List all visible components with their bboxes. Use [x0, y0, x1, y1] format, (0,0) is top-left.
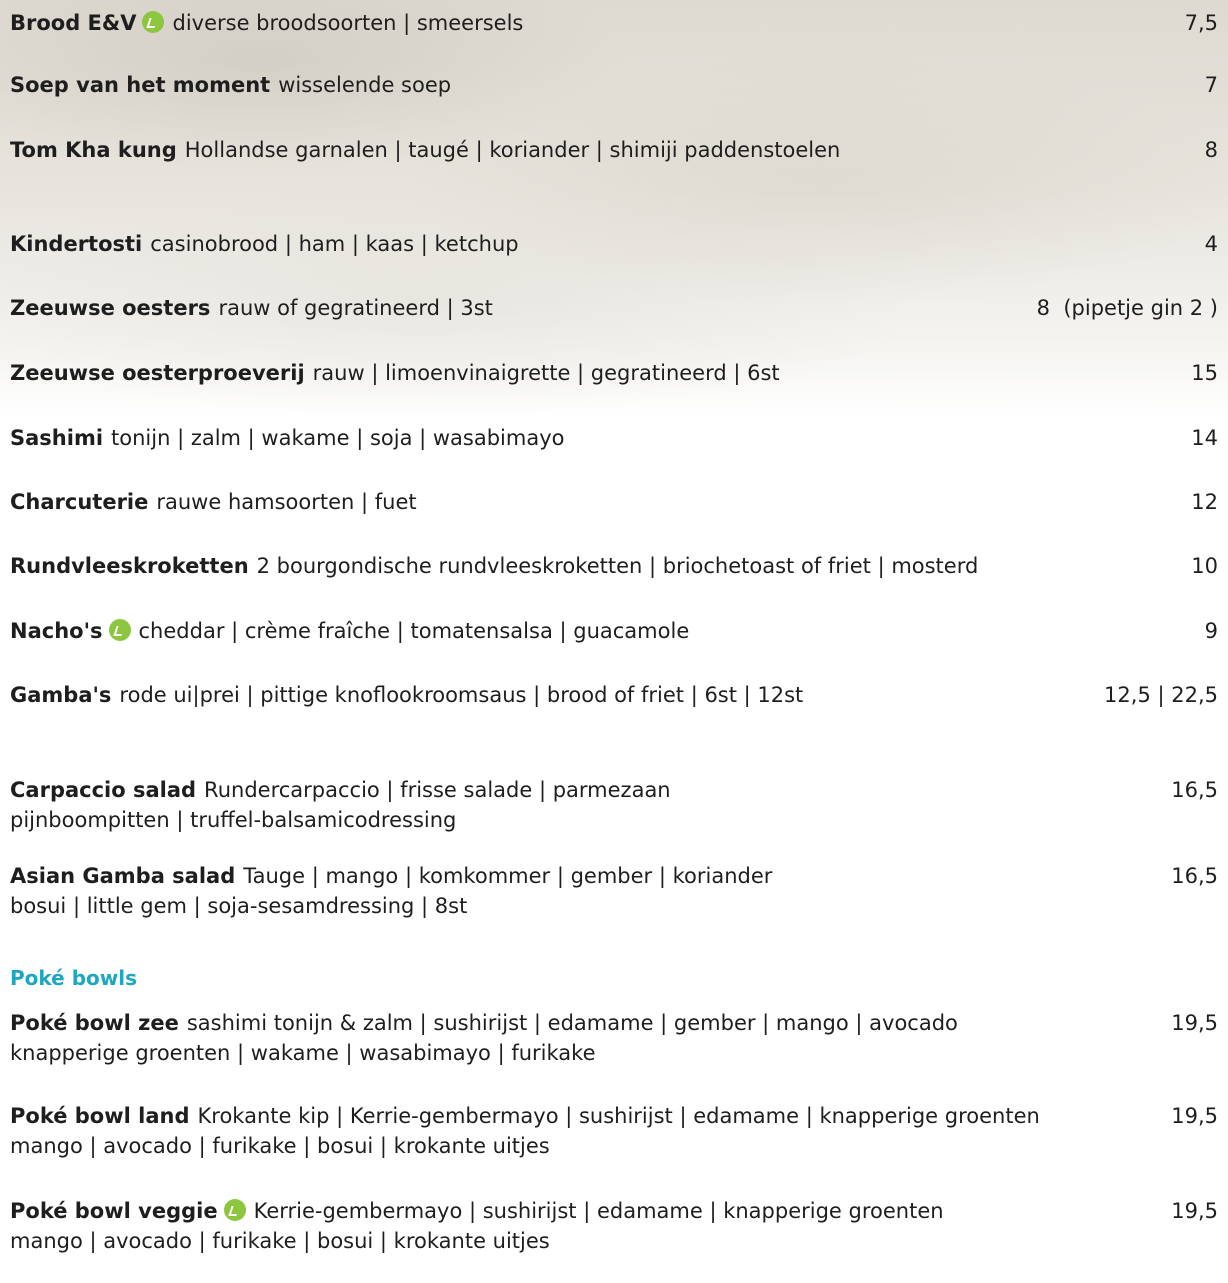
item-name: Gamba's [10, 683, 112, 707]
item-description: Krokante kip | Kerrie-gembermayo | sushi… [197, 1104, 1040, 1128]
item-name: Zeeuwse oesters [10, 296, 211, 320]
menu-item-sashimi: Sashimi tonijn | zalm | wakame | soja | w… [10, 423, 1218, 453]
item-name: Asian Gamba salad [10, 864, 236, 888]
sand-texture-background [0, 0, 1228, 420]
item-price: 4 [1204, 232, 1218, 256]
menu-item-poke-bowl-zee: Poké bowl zee sashimi tonijn & zalm | sus… [10, 1008, 1218, 1068]
item-price: 16,5 [1171, 864, 1218, 888]
item-description: tonijn | zalm | wakame | soja | wasabima… [111, 426, 565, 450]
item-description-continued: knapperige groenten | wakame | wasabimay… [10, 1041, 596, 1065]
item-price: 19,5 [1171, 1199, 1218, 1223]
item-description: Kerrie-gembermayo | sushirijst | edamame… [253, 1199, 944, 1223]
menu-item-poke-bowl-veggie: Poké bowl veggie Kerrie-gembermayo | sush… [10, 1196, 1218, 1256]
item-price: 19,5 [1171, 1104, 1218, 1128]
item-description-continued: pijnboompitten | truffel-balsamicodressi… [10, 808, 457, 832]
item-price: 8 [1204, 138, 1218, 162]
menu-item-asian-gamba-salad: Asian Gamba salad Tauge | mango | komkomm… [10, 861, 1218, 921]
item-price: 15 [1191, 361, 1218, 385]
item-price: 8 (pipetje gin 2 ) [1036, 296, 1218, 320]
item-description: rauwe hamsoorten | fuet [156, 490, 417, 514]
item-name: Soep van het moment [10, 73, 271, 97]
menu-item-carpaccio-salad: Carpaccio salad Rundercarpaccio | frisse … [10, 775, 1218, 835]
menu-item-nachos: Nacho's cheddar | crème fraîche | tomaten… [10, 616, 1218, 646]
vegetarian-leaf-icon [142, 11, 165, 33]
item-name: Poké bowl zee [10, 1011, 179, 1035]
item-name: Poké bowl land [10, 1104, 190, 1128]
menu-item-soep: Soep van het moment wisselende soep 7 [10, 70, 1218, 100]
item-name: Kindertosti [10, 232, 143, 256]
item-price: 19,5 [1171, 1011, 1218, 1035]
item-description: Hollandse garnalen | taugé | koriander |… [184, 138, 841, 162]
item-price: 7 [1204, 73, 1218, 97]
menu-item-tom-kha-kung: Tom Kha kung Hollandse garnalen | taugé |… [10, 135, 1218, 165]
menu-item-zeeuwse-oesters: Zeeuwse oesters rauw of gegratineerd | 3s… [10, 293, 1218, 323]
item-description-continued: mango | avocado | furikake | bosui | kro… [10, 1134, 550, 1158]
item-description: rauw | limoenvinaigrette | gegratineerd … [312, 361, 780, 385]
item-name: Rundvleeskroketten [10, 554, 249, 578]
section-title-poke-bowls: Poké bowls [10, 966, 137, 990]
item-price: 12,5 | 22,5 [1104, 683, 1218, 707]
item-price: 16,5 [1171, 778, 1218, 802]
item-description-continued: mango | avocado | furikake | bosui | kro… [10, 1229, 550, 1253]
menu-item-rundvleeskroketten: Rundvleeskroketten 2 bourgondische rundvl… [10, 551, 1218, 581]
menu-item-oesterproeverij: Zeeuwse oesterproeverij rauw | limoenvina… [10, 358, 1218, 388]
item-price: 14 [1191, 426, 1218, 450]
item-name: Charcuterie [10, 490, 149, 514]
item-price: 9 [1204, 619, 1218, 643]
item-description: Rundercarpaccio | frisse salade | parmez… [204, 778, 671, 802]
item-description: diverse broodsoorten | smeersels [172, 11, 524, 35]
item-price: 10 [1191, 554, 1218, 578]
item-name: Zeeuwse oesterproeverij [10, 361, 305, 385]
item-description: casinobrood | ham | kaas | ketchup [150, 232, 519, 256]
item-name: Tom Kha kung [10, 138, 177, 162]
item-price: 7,5 [1184, 11, 1218, 35]
item-description: cheddar | crème fraîche | tomatensalsa |… [138, 619, 690, 643]
item-description: 2 bourgondische rundvleeskroketten | bri… [256, 554, 979, 578]
item-description-continued: bosui | little gem | soja-sesamdressing … [10, 894, 468, 918]
menu-item-gambas: Gamba's rode ui|prei | pittige knoflookro… [10, 680, 1218, 710]
item-description: Tauge | mango | komkommer | gember | kor… [243, 864, 773, 888]
item-description: wisselende soep [278, 73, 452, 97]
item-description: rode ui|prei | pittige knoflookroomsaus … [119, 683, 804, 707]
item-name: Brood E&V [10, 11, 137, 35]
item-description: sashimi tonijn & zalm | sushirijst | eda… [186, 1011, 958, 1035]
menu-item-charcuterie: Charcuterie rauwe hamsoorten | fuet 12 [10, 487, 1218, 517]
item-name: Nacho's [10, 619, 103, 643]
item-name: Poké bowl veggie [10, 1199, 218, 1223]
item-name: Sashimi [10, 426, 104, 450]
menu-item-kindertosti: Kindertosti casinobrood | ham | kaas | ke… [10, 229, 1218, 259]
menu-item-poke-bowl-land: Poké bowl land Krokante kip | Kerrie-gemb… [10, 1101, 1218, 1161]
vegetarian-leaf-icon [108, 619, 131, 641]
item-name: Carpaccio salad [10, 778, 197, 802]
item-price: 12 [1191, 490, 1218, 514]
item-description: rauw of gegratineerd | 3st [218, 296, 493, 320]
menu-item-brood: Brood E&V diverse broodsoorten | smeersel… [10, 8, 1218, 38]
vegetarian-leaf-icon [223, 1199, 246, 1221]
